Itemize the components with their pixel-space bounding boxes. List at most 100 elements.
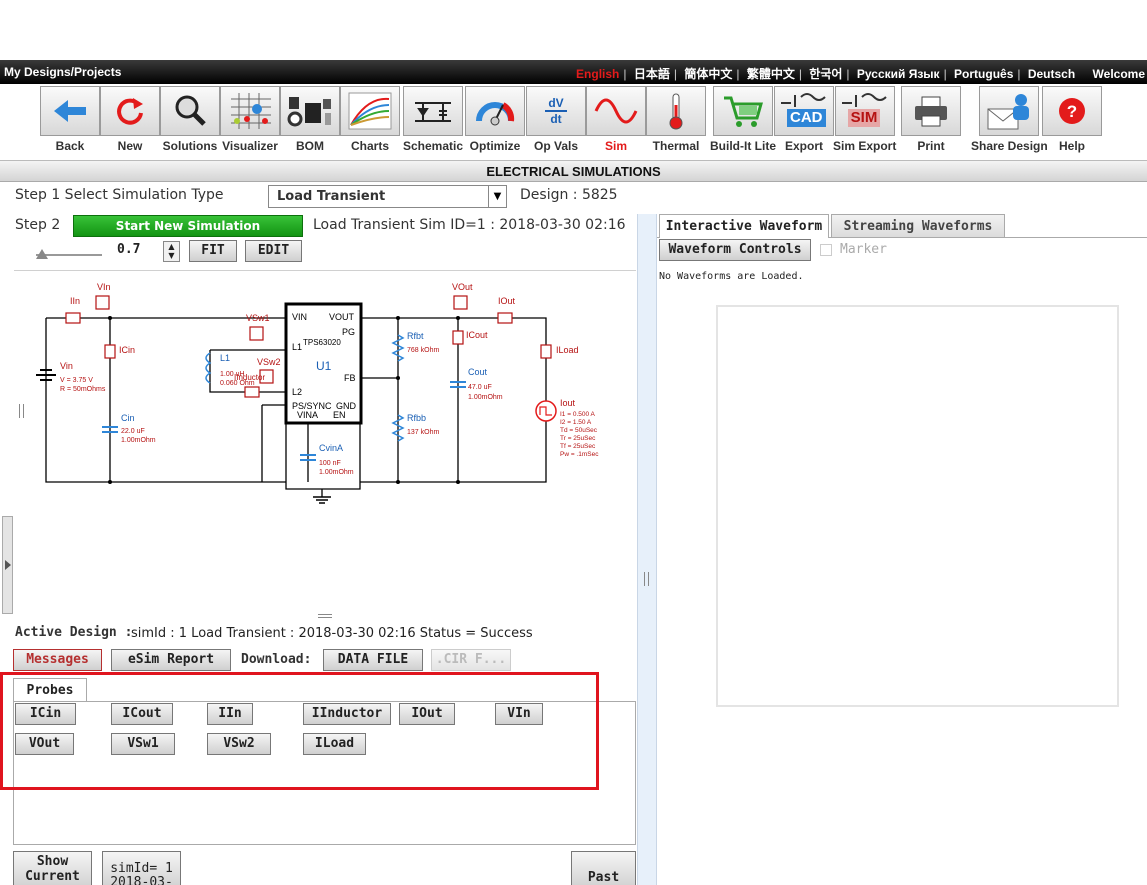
op-vals-button[interactable]: dV dt Op Vals bbox=[526, 86, 586, 153]
svg-text:ICin: ICin bbox=[119, 345, 135, 355]
cir-file-button[interactable]: .CIR F... bbox=[431, 649, 511, 671]
active-design-label: Active Design : bbox=[15, 625, 133, 640]
highlight-box bbox=[0, 672, 599, 790]
thermal-button[interactable]: Thermal bbox=[646, 86, 706, 153]
build-it-lite-button[interactable]: Build-It Lite bbox=[710, 86, 776, 153]
share-design-button[interactable]: Share Design bbox=[971, 86, 1048, 153]
edit-button[interactable]: EDIT bbox=[245, 240, 302, 262]
waveform-controls-button[interactable]: Waveform Controls bbox=[659, 239, 811, 261]
marker-checkbox[interactable] bbox=[820, 244, 832, 256]
language-selector: English | 日本語 | 簡体中文 | 繁體中文 | 한국어 | Русский Я… bbox=[576, 67, 1145, 81]
chevron-down-icon: ▼ bbox=[488, 186, 506, 207]
past-button[interactable]: Past bbox=[571, 851, 636, 885]
simulation-type-select[interactable]: Load Transient ▼ bbox=[268, 185, 507, 208]
svg-text:Cin: Cin bbox=[121, 413, 135, 423]
visualizer-button[interactable]: Visualizer bbox=[220, 86, 280, 153]
svg-text:TPS63020: TPS63020 bbox=[303, 338, 341, 347]
svg-text:Tr = 25uSec: Tr = 25uSec bbox=[560, 435, 596, 442]
svg-text:Rfbb: Rfbb bbox=[407, 413, 426, 423]
probe-marker-vin[interactable] bbox=[95, 295, 110, 310]
main-toolbar: Back New Solutions Visualizer BOM Charts… bbox=[0, 84, 1147, 160]
svg-text:47.0 uF: 47.0 uF bbox=[468, 384, 492, 391]
vertical-splitter[interactable] bbox=[637, 214, 657, 885]
section-title: ELECTRICAL SIMULATIONS bbox=[0, 160, 1147, 182]
data-file-button[interactable]: DATA FILE bbox=[323, 649, 423, 671]
resize-handle-left[interactable] bbox=[19, 404, 24, 418]
svg-text:IInductor: IInductor bbox=[234, 373, 265, 382]
svg-text:VINA: VINA bbox=[297, 410, 318, 420]
svg-text:Rfbt: Rfbt bbox=[407, 331, 424, 341]
stepper-up-icon[interactable]: ▲ bbox=[164, 242, 179, 251]
probe-marker-iload[interactable] bbox=[540, 344, 552, 359]
download-label: Download: bbox=[241, 652, 312, 667]
zoom-value: 0.7 bbox=[117, 242, 141, 257]
sim-export-button[interactable]: SIM Sim Export bbox=[833, 86, 896, 153]
stepper-down-icon[interactable]: ▼ bbox=[164, 251, 179, 260]
svg-text:768 kOhm: 768 kOhm bbox=[407, 347, 439, 354]
probe-marker-icin[interactable] bbox=[104, 344, 116, 359]
svg-text:Vin: Vin bbox=[60, 361, 73, 371]
svg-text:IOut: IOut bbox=[498, 296, 516, 306]
export-button[interactable]: CAD Export bbox=[774, 86, 834, 153]
help-button[interactable]: ? Help bbox=[1042, 86, 1102, 153]
sim-export-icon: SIM bbox=[847, 109, 881, 127]
lang-english[interactable]: English bbox=[576, 67, 619, 81]
zoom-stepper[interactable]: ▲ ▼ bbox=[163, 241, 180, 262]
sim-button[interactable]: Sim bbox=[586, 86, 646, 153]
lang-korean[interactable]: 한국어 bbox=[809, 67, 842, 81]
schematic-icon bbox=[415, 102, 452, 122]
show-current-button[interactable]: Show Current bbox=[13, 851, 92, 885]
probe-marker-iinductor[interactable] bbox=[244, 386, 260, 398]
zoom-slider[interactable] bbox=[36, 249, 102, 259]
lang-german[interactable]: Deutsch bbox=[1028, 67, 1075, 81]
waveform-plot-area[interactable] bbox=[716, 305, 1119, 707]
lang-russian[interactable]: Русский Язык bbox=[857, 67, 940, 81]
new-button[interactable]: New bbox=[100, 86, 160, 153]
messages-button[interactable]: Messages bbox=[13, 649, 102, 671]
svg-text:Td = 50uSec: Td = 50uSec bbox=[560, 427, 598, 434]
lang-simplified-chinese[interactable]: 簡体中文 bbox=[684, 67, 732, 81]
simid-history-button[interactable]: simId= 1 2018-03- bbox=[102, 851, 181, 885]
fit-button[interactable]: FIT bbox=[189, 240, 237, 262]
schematic-button[interactable]: Schematic bbox=[403, 86, 463, 153]
probe-marker-vout[interactable] bbox=[453, 295, 468, 310]
sim-info-label: Load Transient Sim ID=1 : 2018-03-30 02:… bbox=[313, 217, 626, 233]
shopping-cart-icon bbox=[724, 96, 763, 127]
refresh-icon bbox=[117, 98, 143, 125]
printer-icon bbox=[915, 96, 947, 127]
print-button[interactable]: Print bbox=[901, 86, 961, 153]
probe-marker-vsw1[interactable] bbox=[249, 326, 264, 341]
optimize-button[interactable]: Optimize bbox=[465, 86, 525, 153]
tab-streaming-waveforms[interactable]: Streaming Waveforms bbox=[831, 214, 1005, 237]
probe-marker-iin[interactable] bbox=[65, 312, 81, 324]
solutions-button[interactable]: Solutions bbox=[160, 86, 220, 153]
svg-text:CvinA: CvinA bbox=[319, 443, 343, 453]
help-icon: ? bbox=[1059, 98, 1085, 124]
bom-button[interactable]: BOM bbox=[280, 86, 340, 153]
esim-report-button[interactable]: eSim Report bbox=[111, 649, 231, 671]
tab-interactive-waveform[interactable]: Interactive Waveform bbox=[659, 214, 829, 238]
svg-text:Iout: Iout bbox=[560, 398, 576, 408]
welcome-text: Welcome bbox=[1092, 67, 1145, 81]
zoom-slider-handle[interactable] bbox=[36, 249, 48, 259]
svg-text:1.00mOhm: 1.00mOhm bbox=[319, 469, 354, 476]
lang-japanese[interactable]: 日本語 bbox=[634, 67, 670, 81]
svg-text:EN: EN bbox=[333, 410, 346, 420]
lang-traditional-chinese[interactable]: 繁體中文 bbox=[747, 67, 795, 81]
charts-button[interactable]: Charts bbox=[340, 86, 400, 153]
lang-portuguese[interactable]: Português bbox=[954, 67, 1013, 81]
svg-text:VOut: VOut bbox=[452, 282, 473, 292]
back-button[interactable]: Back bbox=[40, 86, 100, 153]
step2-label: Step 2 bbox=[15, 217, 61, 233]
svg-text:137 kOhm: 137 kOhm bbox=[407, 429, 439, 436]
resize-handle-bottom[interactable] bbox=[318, 614, 332, 618]
svg-text:U1: U1 bbox=[316, 359, 332, 373]
svg-text:1.00mOhm: 1.00mOhm bbox=[121, 437, 156, 444]
svg-text:?: ? bbox=[1067, 102, 1077, 121]
my-designs-link[interactable]: My Designs/Projects bbox=[4, 65, 121, 79]
collapse-left-panel-button[interactable] bbox=[2, 516, 13, 614]
schematic-canvas[interactable]: IIn VIn VSw1 VSw2 VOut IOut ICin ICout I… bbox=[0, 275, 637, 615]
probe-marker-icout[interactable] bbox=[452, 330, 464, 345]
probe-marker-iout[interactable] bbox=[497, 312, 513, 324]
start-new-simulation-button[interactable]: Start New Simulation bbox=[73, 215, 303, 237]
